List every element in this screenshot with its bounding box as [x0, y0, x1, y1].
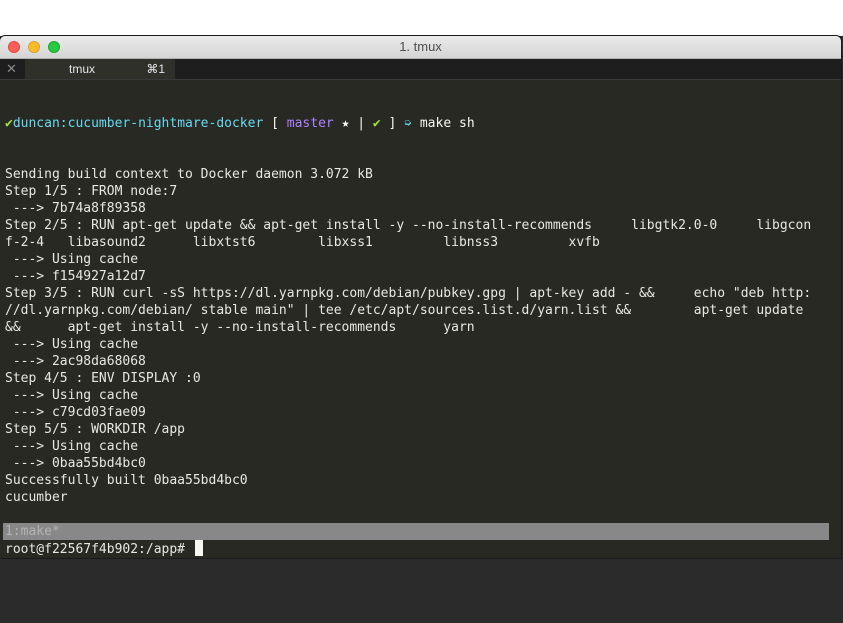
output-line: ---> c79cd03fae09: [5, 405, 146, 420]
success-check-icon: ✔: [5, 116, 13, 131]
output-line: Step 4/5 : ENV DISPLAY :0: [5, 371, 201, 386]
command-prompt-line: ✔duncan:cucumber-nightmare-docker [ mast…: [5, 115, 835, 132]
prompt-directory: cucumber-nightmare-docker: [67, 116, 264, 131]
prompt-open-bracket: [: [263, 116, 287, 131]
output-line: Step 5/5 : WORKDIR /app: [5, 422, 186, 437]
output-line: Sending build context to Docker daemon 3…: [5, 167, 373, 182]
tab-label: tmux: [69, 62, 96, 76]
git-branch: master: [286, 116, 334, 131]
close-tab-icon[interactable]: ✕: [6, 59, 17, 79]
tmux-status-bar: 1:make*: [3, 523, 829, 540]
output-line: ---> 0baa55bd4bc0: [5, 456, 146, 471]
terminal-window: 1. tmux ✕ tmux ⌘1 ✔duncan:cucumber-night…: [0, 36, 841, 558]
tab-shortcut: ⌘1: [146, 62, 165, 76]
output-line: Step 3/5 : RUN curl -sS https://dl.yarnp…: [5, 286, 812, 301]
git-clean-check-icon: ✔: [372, 116, 381, 131]
tab-tmux[interactable]: tmux ⌘1: [25, 59, 175, 79]
screen-background: [0, 0, 843, 36]
output-line: ---> Using cache: [5, 337, 139, 352]
tmux-window-indicator[interactable]: 1:make*: [5, 524, 60, 539]
output-line: && apt-get install -y --no-install-recom…: [5, 320, 475, 335]
shell-prompt-line: root@f22567f4b902:/app#: [5, 540, 835, 557]
prompt-user: duncan: [12, 116, 60, 131]
typed-command: make sh: [412, 116, 475, 131]
git-status-star-icon: ★ |: [333, 116, 373, 131]
output-line: f-2-4 libasound2 libxtst6 libxss1 libnss…: [5, 235, 600, 250]
output-line: Successfully built 0baa55bd4bc0: [5, 473, 248, 488]
output-line: ---> f154927a12d7: [5, 269, 146, 284]
title-bar: 1. tmux: [0, 36, 841, 59]
output-line: cucumber: [5, 490, 68, 505]
terminal-cursor: [194, 540, 203, 556]
output-line: Step 1/5 : FROM node:7: [5, 184, 178, 199]
output-line: ---> 2ac98da68068: [5, 354, 146, 369]
prompt-close-bracket: ]: [380, 116, 405, 131]
output-line: ---> Using cache: [5, 252, 139, 267]
terminal-output[interactable]: ✔duncan:cucumber-nightmare-docker [ mast…: [5, 81, 835, 558]
output-line: ---> Using cache: [5, 388, 139, 403]
output-line: ---> 7b74a8f89358: [5, 201, 146, 216]
prompt-arrow-icon: ➭: [404, 116, 413, 131]
tab-bar: ✕ tmux ⌘1: [0, 59, 841, 80]
output-line: Step 2/5 : RUN apt-get update && apt-get…: [5, 218, 812, 233]
window-title: 1. tmux: [399, 39, 442, 54]
output-line: ---> Using cache: [5, 439, 139, 454]
prompt-separator: :: [59, 116, 68, 131]
output-line: //dl.yarnpkg.com/debian/ stable main" | …: [5, 303, 804, 318]
shell-prompt: root@f22567f4b902:/app#: [5, 542, 193, 557]
output-lines: Sending build context to Docker daemon 3…: [5, 166, 835, 506]
